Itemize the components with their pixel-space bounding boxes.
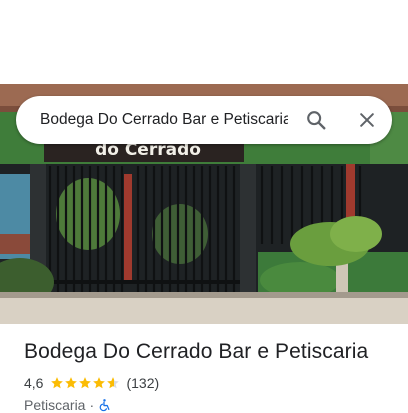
place-category[interactable]: Petiscaria <box>24 397 85 413</box>
search-input[interactable]: Bodega Do Cerrado Bar e Petiscaria <box>40 111 288 129</box>
rating-value: 4,6 <box>24 375 44 391</box>
search-icon <box>307 111 326 130</box>
rating-row[interactable]: 4,6 (132) <box>24 375 159 391</box>
rating-stars <box>50 376 120 390</box>
star-icon <box>51 377 64 389</box>
star-icon <box>79 377 92 389</box>
search-button[interactable] <box>298 102 334 138</box>
place-title: Bodega Do Cerrado Bar e Petiscaria <box>24 340 369 363</box>
wheelchair-icon <box>99 399 110 412</box>
star-icon <box>93 377 106 389</box>
search-bar[interactable]: Bodega Do Cerrado Bar e Petiscaria <box>16 96 392 144</box>
review-count[interactable]: (132) <box>126 375 159 391</box>
star-icon <box>65 377 78 389</box>
clear-search-button[interactable] <box>349 102 385 138</box>
close-icon <box>360 113 374 127</box>
category-row: Petiscaria · <box>24 397 111 413</box>
half-star-icon <box>107 377 120 389</box>
separator-dot: · <box>89 397 95 413</box>
